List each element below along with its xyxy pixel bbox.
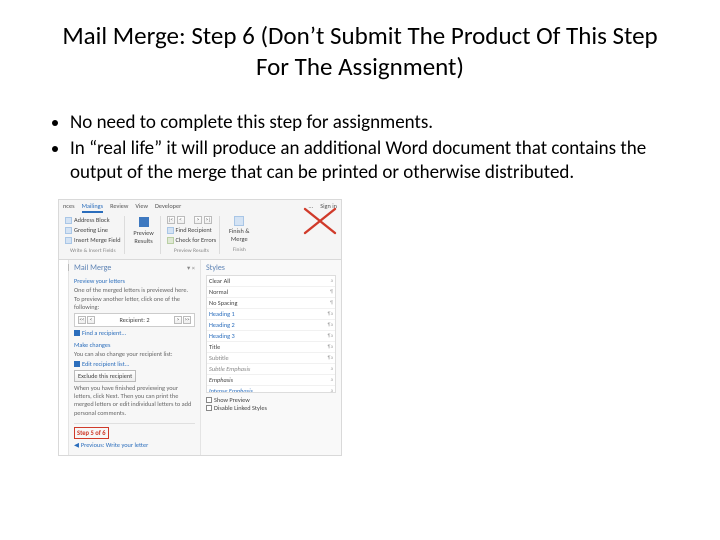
insert-merge-field-icon — [65, 237, 72, 244]
nav-last-button[interactable]: >> — [183, 316, 191, 324]
exclude-recipient-button[interactable]: Exclude this recipient — [74, 370, 136, 382]
style-item[interactable]: Heading 1¶a — [207, 309, 335, 320]
styles-list[interactable]: Clear Alla Normal¶ No Spacing¶ Heading 1… — [206, 275, 336, 393]
ribbon-group-preview-button: Preview Results — [128, 216, 161, 254]
show-preview-checkbox[interactable]: Show Preview — [206, 396, 336, 404]
style-item[interactable]: Subtle Emphasisa — [207, 364, 335, 375]
ribbon-tabs: nces Mailings Review View Developer ... … — [59, 200, 341, 213]
chevron-left-icon: ◀ — [74, 441, 79, 449]
find-recipient-link[interactable]: Find a recipient... — [74, 329, 195, 337]
style-item[interactable]: Intense Emphasisa — [207, 386, 335, 393]
check-errors-icon — [167, 237, 174, 244]
style-item[interactable]: Heading 2¶a — [207, 320, 335, 331]
preview-description: One of the merged letters is previewed h… — [74, 286, 195, 311]
overflow[interactable]: ... — [308, 202, 313, 213]
bullet-item: In “real life” it will produce an additi… — [70, 137, 676, 186]
preview-results-button[interactable]: Preview Results — [131, 216, 157, 245]
checkbox-icon — [206, 405, 212, 411]
step-indicator-annotation: Step 5 of 6 — [74, 427, 109, 439]
changes-description: You can also change your recipient list: — [74, 350, 195, 358]
nav-next-button[interactable]: > — [174, 316, 182, 324]
nav-first-icon[interactable]: |< — [167, 216, 175, 224]
document-ruler — [59, 260, 69, 454]
previous-step-link[interactable]: ◀ Previous: Write your letter — [74, 441, 195, 449]
recipient-label: Recipient: 2 — [119, 316, 149, 324]
tab[interactable]: View — [135, 202, 148, 213]
bullet-item: No need to complete this step for assign… — [70, 111, 676, 135]
done-description: When you have finished previewing your l… — [74, 384, 195, 417]
tab[interactable]: Review — [110, 202, 128, 213]
tab[interactable]: nces — [63, 202, 75, 213]
nav-first-button[interactable]: << — [78, 316, 86, 324]
disable-linked-checkbox[interactable]: Disable Linked Styles — [206, 404, 336, 412]
section-preview-heading: Preview your letters — [74, 277, 195, 285]
find-recipient-button[interactable]: Find Recipient — [176, 226, 212, 234]
style-item[interactable]: Emphasisa — [207, 375, 335, 386]
recipient-navigator: << < Recipient: 2 > >> — [74, 313, 195, 327]
signin-link[interactable]: Sign in — [320, 202, 337, 213]
style-item[interactable]: Subtitle¶a — [207, 353, 335, 364]
style-item[interactable]: Heading 3¶a — [207, 331, 335, 342]
nav-prev-icon[interactable]: < — [177, 216, 185, 224]
nav-prev-button[interactable]: < — [87, 316, 95, 324]
styles-heading: Styles — [206, 263, 336, 273]
group-caption: Preview Results — [167, 248, 217, 254]
style-item[interactable]: Title¶a — [207, 342, 335, 353]
tab[interactable]: Developer — [155, 202, 181, 213]
group-caption: Finish — [226, 247, 252, 253]
section-changes-heading: Make changes — [74, 341, 195, 349]
nav-next-icon[interactable]: > — [194, 216, 202, 224]
edit-list-icon — [74, 361, 80, 367]
edit-recipient-list-link[interactable]: Edit recipient list... — [74, 360, 195, 368]
group-caption: Write & Insert Fields — [65, 248, 121, 254]
finish-merge-button[interactable]: Finish & Merge — [226, 216, 252, 243]
greeting-line-button[interactable]: Greeting Line — [74, 226, 108, 234]
preview-results-icon — [139, 217, 149, 227]
check-errors-button[interactable]: Check for Errors — [176, 236, 217, 244]
insert-merge-field-button[interactable]: Insert Merge Field — [74, 236, 121, 244]
finish-merge-icon — [234, 216, 244, 226]
styles-pane: Styles Clear Alla Normal¶ No Spacing¶ He… — [201, 260, 341, 454]
pane-close-icon[interactable]: ▾ × — [187, 264, 195, 272]
address-block-button[interactable]: Address Block — [74, 216, 110, 224]
wizard-footer: Step 5 of 6 ◀ Previous: Write your lette… — [74, 423, 195, 449]
style-item[interactable]: Clear Alla — [207, 276, 335, 287]
find-icon — [74, 330, 80, 336]
styles-options: Show Preview Disable Linked Styles — [206, 396, 336, 412]
nav-last-icon[interactable]: >| — [204, 216, 212, 224]
find-recipient-icon — [167, 227, 174, 234]
slide-title: Mail Merge: Step 6 (Don’t Submit The Pro… — [44, 20, 676, 83]
word-ribbon: nces Mailings Review View Developer ... … — [58, 199, 342, 260]
ribbon-group-preview-results: |<< >>| Find Recipient Check for Errors … — [164, 216, 221, 254]
ribbon-group-write-insert: Address Block Greeting Line Insert Merge… — [62, 216, 125, 254]
style-item[interactable]: No Spacing¶ — [207, 298, 335, 309]
greeting-line-icon — [65, 227, 72, 234]
mail-merge-task-pane: Mail Merge ▾ × Preview your letters One … — [69, 260, 201, 454]
checkbox-icon — [206, 397, 212, 403]
tab-mailings[interactable]: Mailings — [82, 202, 103, 213]
bullet-list: No need to complete this step for assign… — [44, 111, 676, 186]
pane-title: Mail Merge — [74, 263, 111, 273]
address-block-icon — [65, 217, 72, 224]
style-item[interactable]: Normal¶ — [207, 287, 335, 298]
ribbon-group-finish: Finish & Merge Finish — [223, 216, 255, 254]
embedded-screenshot: nces Mailings Review View Developer ... … — [58, 199, 342, 455]
